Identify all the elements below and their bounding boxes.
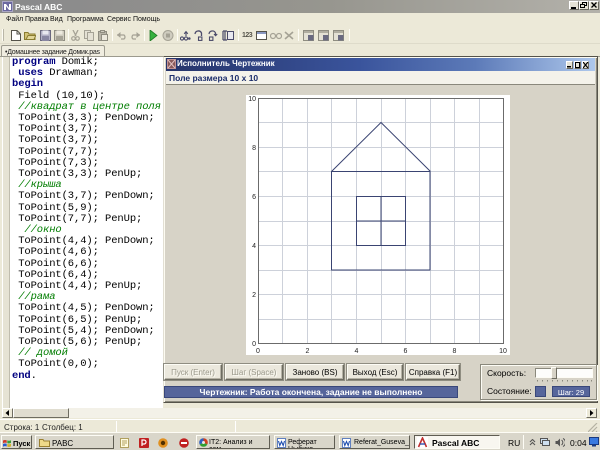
svg-text:4: 4 — [355, 348, 359, 355]
svg-text:6: 6 — [252, 194, 256, 201]
svg-text:8: 8 — [453, 348, 457, 355]
svg-text:0: 0 — [252, 341, 256, 348]
svg-text:10: 10 — [499, 348, 507, 355]
svg-text:2: 2 — [252, 292, 256, 299]
svg-text:6: 6 — [404, 348, 408, 355]
svg-text:10: 10 — [248, 96, 256, 103]
svg-text:0: 0 — [256, 348, 260, 355]
svg-text:2: 2 — [306, 348, 310, 355]
svg-text:8: 8 — [252, 145, 256, 152]
svg-text:4: 4 — [252, 243, 256, 250]
